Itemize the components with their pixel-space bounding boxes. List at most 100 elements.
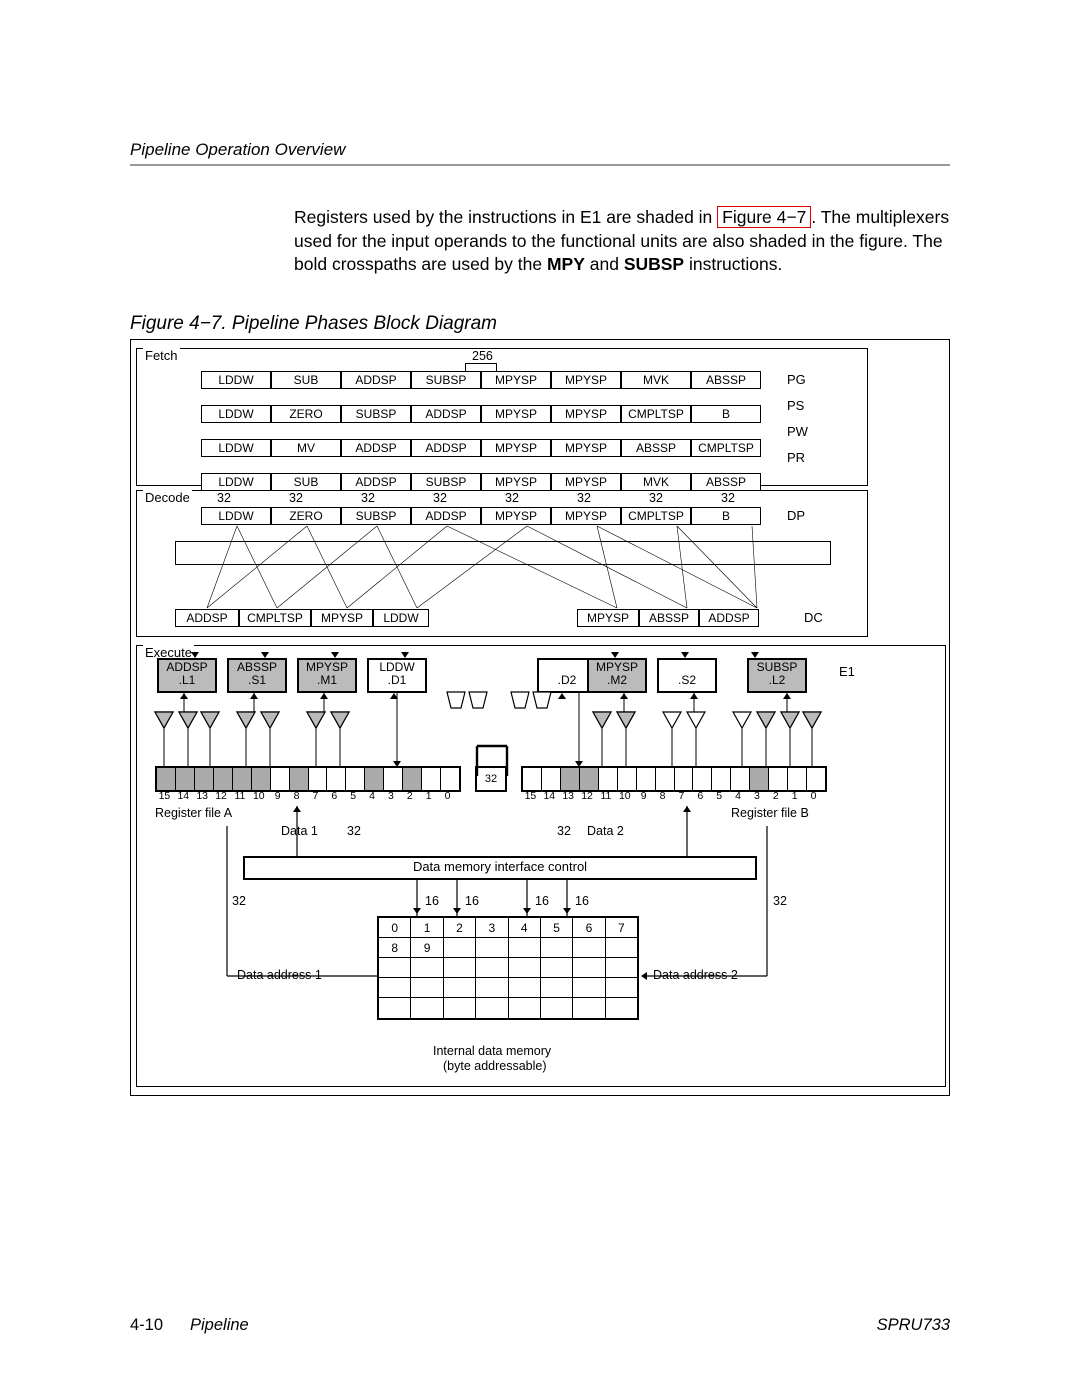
dmem-row [379, 958, 637, 978]
register [327, 768, 346, 790]
fetch-cell: MVK [621, 371, 691, 389]
reg-num: 4 [363, 790, 382, 802]
dc-cell: ABSSP [639, 609, 699, 627]
fetch-cell: LDDW [201, 405, 271, 423]
reg-num: 13 [193, 790, 212, 802]
bus-256: 256 [472, 349, 493, 363]
reg-num: 12 [212, 790, 231, 802]
dmem-cell [476, 938, 508, 958]
register [271, 768, 290, 790]
data2-label: Data 2 [587, 824, 624, 838]
arrow-icon [453, 908, 461, 914]
fetch-cell: MPYSP [551, 439, 621, 457]
fetch-cell: LDDW [201, 371, 271, 389]
reg-num: 1 [785, 790, 804, 802]
fetch-rows: LDDWSUBADDSPSUBSPMPYSPMPYSPMVKABSSPLDDWZ… [201, 371, 781, 389]
stage-label: PS [787, 398, 804, 413]
arrow-icon [320, 693, 328, 699]
register [769, 768, 788, 790]
fetch-cell: MPYSP [551, 371, 621, 389]
register [290, 768, 309, 790]
dc-cell: MPYSP [577, 609, 639, 627]
arrow-icon [413, 908, 421, 914]
execute-section: Execute ADDSP.L1ABSSP.S1MPYSP.M1LDDW.D1.… [136, 645, 946, 1087]
dmem-row: 89 [379, 938, 637, 958]
reg-num: 14 [174, 790, 193, 802]
arrow-icon [783, 693, 791, 699]
register [788, 768, 807, 790]
reg-num: 13 [559, 790, 578, 802]
text: Registers used by the instructions in E1… [294, 207, 717, 227]
arrow-icon [250, 693, 258, 699]
reg-num: 6 [325, 790, 344, 802]
fetch-cell: ADDSP [341, 371, 411, 389]
fetch-cell: MPYSP [481, 439, 551, 457]
fetch-cell: MPYSP [551, 405, 621, 423]
register [252, 768, 271, 790]
bus16: 16 [575, 894, 589, 908]
fetch-cell: ADDSP [341, 439, 411, 457]
register [233, 768, 252, 790]
bus32-label: 32 [347, 824, 361, 838]
bold-subsp: SUBSP [624, 254, 684, 274]
fetch-cell: CMPLTSP [621, 405, 691, 423]
bus32-r: 32 [773, 894, 787, 908]
reg-num: 8 [653, 790, 672, 802]
stage-label: PG [787, 372, 806, 387]
reg-num: 15 [521, 790, 540, 802]
register [195, 768, 214, 790]
fetch-cell: ABSSP [621, 439, 691, 457]
reg-num: 0 [438, 790, 457, 802]
fetch-section: Fetch 256 LDDWSUBADDSPSUBSPMPYSPMPYSPMVK… [136, 348, 868, 486]
dmem-cell: 4 [509, 918, 541, 938]
page-number: 4-10 [130, 1316, 190, 1335]
fetch-cell: LDDW [201, 439, 271, 457]
reg-num: 15 [155, 790, 174, 802]
regnums-a: 1514131211109876543210 [155, 790, 457, 802]
arrow-icon [558, 693, 566, 699]
dc-cell [429, 609, 577, 627]
register [542, 768, 561, 790]
section-header: Pipeline Operation Overview [130, 140, 950, 166]
fetch-cell: ADDSP [411, 405, 481, 423]
reg-num: 12 [578, 790, 597, 802]
fetch-cell: MV [271, 439, 341, 457]
register [176, 768, 195, 790]
arrow-icon [523, 908, 531, 914]
register [365, 768, 384, 790]
dmem-cell: 8 [379, 938, 411, 958]
figure-link[interactable]: Figure 4−7 [717, 206, 811, 228]
data1-label: Data 1 [281, 824, 318, 838]
reg-num: 9 [268, 790, 287, 802]
addr1-label: Data address 1 [237, 968, 322, 982]
fetch-cell: MPYSP [481, 473, 551, 491]
register [731, 768, 750, 790]
register [403, 768, 422, 790]
fetch-cell: MPYSP [481, 405, 551, 423]
reg-num: 8 [287, 790, 306, 802]
reg-num: 11 [597, 790, 616, 802]
fetch-cell: ABSSP [691, 371, 761, 389]
dmem-cell: 7 [606, 918, 637, 938]
register [637, 768, 656, 790]
register-file-a [155, 766, 461, 792]
dc-cell: CMPLTSP [239, 609, 311, 627]
imem-label2: (byte addressable) [443, 1059, 547, 1073]
dmem-cell [541, 938, 573, 958]
register [693, 768, 712, 790]
figure-caption: Figure 4−7. Pipeline Phases Block Diagra… [130, 313, 950, 335]
dmem-cell [573, 938, 605, 958]
doc-id: SPRU733 [877, 1316, 950, 1335]
arrow-icon [390, 693, 398, 699]
regnums-b: 1514131211109876543210 [521, 790, 823, 802]
arrow-icon [180, 693, 188, 699]
dc-row: ADDSPCMPLTSPMPYSPLDDWMPYSPABSSPADDSP [175, 609, 759, 627]
arrow-icon [683, 806, 691, 812]
addr2-label: Data address 2 [653, 968, 738, 982]
register [309, 768, 328, 790]
reg-num: 5 [710, 790, 729, 802]
register-file-b [521, 766, 827, 792]
register [384, 768, 403, 790]
dmem-row [379, 998, 637, 1018]
register [580, 768, 599, 790]
